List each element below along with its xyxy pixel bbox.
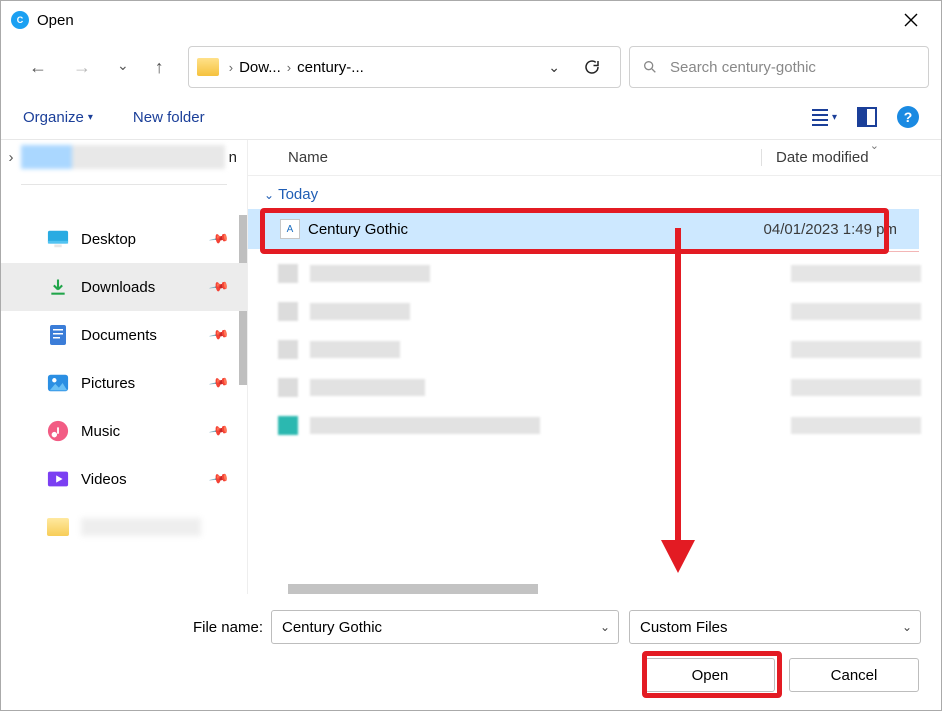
address-chevron-down-icon[interactable]: ⌄ [548, 59, 560, 76]
view-mode-button[interactable]: ▾ [812, 109, 837, 126]
cancel-button[interactable]: Cancel [789, 658, 919, 692]
close-icon [904, 13, 918, 27]
sort-indicator-icon: ⌄ [870, 139, 879, 152]
pin-icon: 📌 [208, 468, 230, 490]
close-button[interactable] [891, 1, 931, 39]
folder-icon [47, 518, 69, 536]
footer: File name: Century Gothic ⌄ Custom Files… [1, 594, 941, 710]
breadcrumb-separator-icon: › [281, 60, 297, 75]
open-button[interactable]: Open [645, 658, 775, 692]
quick-access-list: Desktop 📌 Downloads 📌 Documents 📌 Pictur… [1, 215, 247, 551]
pin-icon: 📌 [208, 372, 230, 394]
sidebar-item-label: Videos [81, 471, 127, 488]
sidebar-item-label: Pictures [81, 375, 135, 392]
nav-back-icon[interactable]: ← [29, 57, 47, 78]
annotation-file-highlight [260, 208, 889, 254]
body: › n Desktop 📌 Downloads 📌 [1, 140, 941, 594]
sidebar-item-label: Desktop [81, 231, 136, 248]
search-input[interactable] [668, 58, 916, 77]
column-date-modified[interactable]: ⌄ Date modified [761, 149, 941, 166]
open-dialog: C Open ← → ⌄ ↑ › Dow... › century-... ⌄ [0, 0, 942, 711]
help-button[interactable]: ? [897, 106, 919, 128]
column-name[interactable]: Name [288, 149, 761, 166]
pin-icon: 📌 [208, 228, 230, 250]
sidebar-item-redacted[interactable] [1, 503, 247, 551]
search-icon [642, 59, 658, 75]
chevron-down-icon[interactable]: ⌄ [902, 620, 912, 634]
redacted-block [21, 145, 225, 169]
redacted-block [81, 518, 201, 536]
sidebar: › n Desktop 📌 Downloads 📌 [1, 140, 248, 594]
file-type-value: Custom Files [640, 619, 728, 636]
refresh-icon [583, 58, 601, 76]
preview-pane-button[interactable] [857, 107, 877, 127]
chevron-down-icon: ▾ [832, 112, 837, 123]
pin-icon: 📌 [208, 324, 230, 346]
toolbar: Organize ▾ New folder ▾ ? [1, 95, 941, 139]
nav-buttons: ← → ⌄ ↑ [13, 57, 180, 78]
breadcrumb-separator-icon: › [223, 60, 239, 75]
refresh-button[interactable] [582, 57, 602, 77]
chevron-down-icon: ⌄ [264, 188, 274, 202]
file-name-label: File name: [1, 619, 271, 636]
sidebar-item-downloads[interactable]: Downloads 📌 [1, 263, 247, 311]
file-row-redacted[interactable] [278, 256, 941, 290]
search-box[interactable] [629, 46, 929, 88]
sidebar-item-label: Music [81, 423, 120, 440]
horizontal-scrollbar[interactable] [288, 584, 538, 594]
desktop-icon [47, 228, 69, 250]
file-pane: Name ⌄ Date modified ⌄ Today A Ce [248, 140, 941, 594]
sidebar-top-letter: n [229, 149, 237, 166]
sidebar-top-item[interactable]: › n [1, 140, 247, 174]
file-name-row: File name: Century Gothic ⌄ Custom Files… [1, 610, 921, 644]
pin-icon: 📌 [208, 420, 230, 442]
divider [21, 184, 227, 185]
canva-app-icon: C [11, 11, 29, 29]
dialog-buttons: Open Cancel [1, 658, 921, 692]
window-title: Open [37, 12, 74, 29]
sidebar-item-documents[interactable]: Documents 📌 [1, 311, 247, 359]
chevron-down-icon: ▾ [88, 112, 93, 123]
download-icon [47, 276, 69, 298]
pin-icon: 📌 [208, 276, 230, 298]
file-row-redacted[interactable] [278, 294, 941, 328]
sidebar-item-music[interactable]: Music 📌 [1, 407, 247, 455]
file-row-redacted[interactable] [278, 332, 941, 366]
sidebar-item-label: Documents [81, 327, 157, 344]
nav-bar: ← → ⌄ ↑ › Dow... › century-... ⌄ [1, 39, 941, 95]
new-folder-button[interactable]: New folder [133, 109, 205, 126]
music-icon [47, 420, 69, 442]
documents-icon [47, 324, 69, 346]
sidebar-item-label: Downloads [81, 279, 155, 296]
nav-recent-chevron-icon[interactable]: ⌄ [117, 57, 129, 78]
videos-icon [47, 468, 69, 490]
folder-icon [197, 58, 219, 76]
nav-forward-icon[interactable]: → [73, 57, 91, 78]
list-view-icon [812, 109, 828, 126]
sidebar-item-desktop[interactable]: Desktop 📌 [1, 215, 247, 263]
sidebar-item-videos[interactable]: Videos 📌 [1, 455, 247, 503]
address-bar[interactable]: › Dow... › century-... ⌄ [188, 46, 621, 88]
file-type-select[interactable]: Custom Files ⌄ [629, 610, 921, 644]
titlebar: C Open [1, 1, 941, 39]
file-row-redacted[interactable] [278, 370, 941, 404]
organize-button[interactable]: Organize ▾ [23, 109, 93, 126]
chevron-down-icon[interactable]: ⌄ [600, 620, 610, 634]
group-today[interactable]: ⌄ Today [264, 186, 941, 203]
nav-up-icon[interactable]: ↑ [155, 57, 164, 78]
file-list[interactable]: ⌄ Today A Century Gothic 04/01/2023 1:49… [248, 176, 941, 594]
file-row-redacted[interactable] [278, 408, 941, 442]
column-headers: Name ⌄ Date modified [248, 140, 941, 176]
chevron-right-icon: › [1, 149, 21, 166]
file-name-value: Century Gothic [282, 619, 382, 636]
breadcrumb-seg-1[interactable]: Dow... [239, 59, 281, 76]
pictures-icon [47, 372, 69, 394]
file-name-input[interactable]: Century Gothic ⌄ [271, 610, 619, 644]
sidebar-item-pictures[interactable]: Pictures 📌 [1, 359, 247, 407]
breadcrumb-seg-2[interactable]: century-... [297, 59, 364, 76]
